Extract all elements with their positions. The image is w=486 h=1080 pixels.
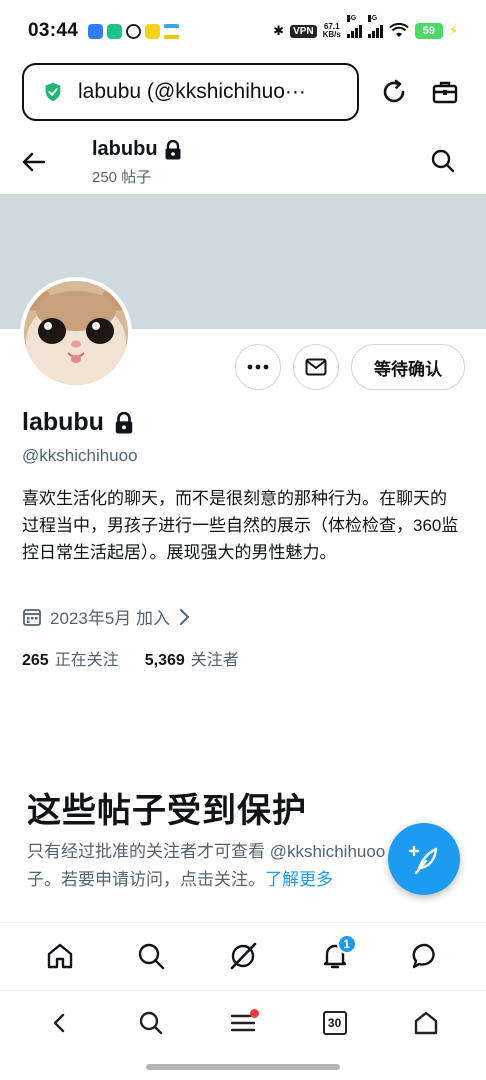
search-icon[interactable]	[430, 148, 456, 174]
header-name: labubu	[92, 138, 182, 161]
following-link[interactable]: 265 正在关注	[22, 646, 119, 670]
message-button[interactable]	[293, 344, 339, 390]
tab-grok[interactable]	[223, 936, 263, 976]
tab-messages[interactable]	[406, 936, 446, 976]
menu-alert-dot	[249, 1008, 259, 1018]
compose-feather-icon	[408, 845, 438, 875]
tab-count: 30	[322, 1010, 347, 1035]
toolbox-button[interactable]	[429, 75, 462, 109]
wechat-icon	[126, 23, 142, 39]
tab-notifications[interactable]: 1	[315, 933, 357, 976]
profile-handle: @kkshichihuoo	[22, 446, 138, 465]
follow-stats: 265 正在关注 5,369 关注者	[22, 646, 239, 670]
avatar-image	[24, 281, 128, 385]
battery-icon: 59	[414, 23, 443, 39]
avatar[interactable]	[20, 277, 132, 389]
chevron-left-icon	[53, 1013, 64, 1032]
following-count: 265	[22, 652, 49, 669]
browser-nav-bar: 30	[0, 990, 486, 1054]
notification-icons	[88, 23, 180, 39]
joined-text: 2023年5月 加入	[50, 609, 170, 628]
joined-date[interactable]: 2023年5月 加入	[22, 604, 190, 629]
signal-label: 4G	[367, 15, 378, 22]
browser-home-button[interactable]	[406, 1003, 446, 1043]
profile-name-text: labubu	[22, 408, 104, 436]
pending-follow-button[interactable]: 等待确认	[351, 344, 465, 390]
learn-more-link[interactable]: 了解更多	[265, 870, 333, 889]
post-count: 250 帖子	[92, 169, 152, 186]
shield-icon	[45, 82, 61, 102]
bottom-tab-bar: 1	[0, 922, 486, 988]
protected-title: 这些帖子受到保护	[27, 792, 307, 830]
speed-unit: KB/s	[322, 30, 341, 39]
compose-post-button[interactable]	[388, 823, 460, 895]
status-bar: 03:44 ✱ VPN 67.1 KB/s 4G 4G 59 ⚡	[0, 0, 486, 62]
wifi-icon	[389, 23, 409, 37]
home-icon	[47, 943, 72, 968]
app-notification-icon	[107, 23, 123, 39]
notification-badge: 1	[336, 933, 357, 954]
search-icon	[140, 1011, 163, 1034]
signal-icon: 4G	[367, 15, 383, 38]
chevron-right-icon	[180, 608, 190, 625]
signal-icon: 4G	[346, 15, 362, 38]
status-time: 03:44	[28, 20, 79, 41]
profile-bio: 喜欢生活化的聊天，而不是很刻意的那种行为。在聊天的过程当中，男孩子进行一些自然的…	[22, 489, 459, 562]
toolbox-icon	[433, 81, 458, 104]
reload-button[interactable]	[377, 75, 410, 109]
home-icon	[414, 1011, 438, 1034]
tab-explore[interactable]	[131, 936, 171, 976]
more-icon	[247, 364, 269, 370]
app-notification-icon	[88, 23, 104, 39]
browser-search-button[interactable]	[131, 1003, 171, 1043]
following-label: 正在关注	[54, 652, 119, 669]
lock-icon	[115, 411, 133, 433]
network-speed: 67.1 KB/s	[323, 23, 341, 39]
lock-icon	[165, 139, 181, 159]
vpn-badge: VPN	[290, 24, 317, 38]
home-indicator[interactable]	[146, 1064, 340, 1070]
followers-label: 关注者	[190, 652, 239, 669]
address-bar[interactable]: labubu (@kkshichihuo···	[22, 63, 360, 121]
browser-back-button[interactable]	[40, 1003, 80, 1043]
chat-bubble-icon	[412, 943, 435, 968]
grok-icon	[230, 942, 257, 969]
profile-header: labubu 250 帖子	[0, 138, 486, 194]
calendar-icon	[23, 608, 41, 626]
bluetooth-icon: ✱	[273, 23, 285, 38]
browser-toolbar: labubu (@kkshichihuo···	[22, 62, 462, 122]
envelope-icon	[305, 358, 327, 376]
tab-home[interactable]	[40, 936, 80, 976]
header-name-text: labubu	[92, 138, 158, 160]
signal-label: 4G	[346, 15, 357, 22]
browser-tabs-button[interactable]: 30	[315, 1003, 355, 1043]
back-arrow-icon[interactable]	[20, 148, 48, 176]
more-button[interactable]	[235, 344, 281, 390]
protected-text: 只有经过批准的关注者才可查看 @kkshichihuoo 的帖子。若要申请访问，…	[27, 842, 424, 889]
profile-name: labubu	[22, 408, 134, 437]
search-icon	[139, 943, 165, 969]
reload-icon	[383, 79, 405, 103]
followers-count: 5,369	[144, 652, 185, 669]
charging-icon: ⚡	[448, 23, 458, 38]
app-notification-icon	[164, 23, 180, 39]
browser-menu-button[interactable]	[223, 1003, 263, 1043]
url-text: labubu (@kkshichihuo···	[78, 80, 306, 103]
app-notification-icon	[145, 23, 161, 39]
followers-link[interactable]: 5,369 关注者	[145, 646, 239, 670]
profile-actions: 等待确认	[235, 344, 465, 390]
